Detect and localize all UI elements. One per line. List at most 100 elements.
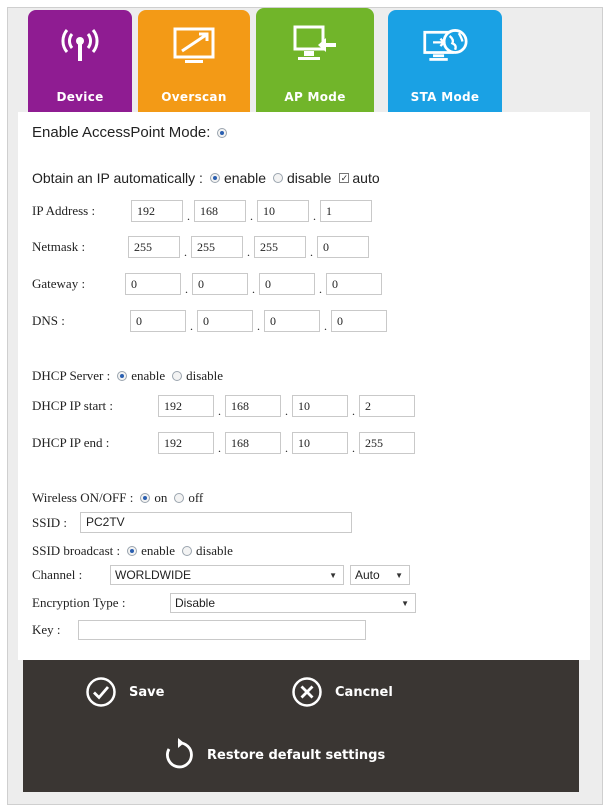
ip-address-label: IP Address : — [32, 203, 96, 218]
dhcp-enable-label: enable — [131, 368, 166, 383]
dhcp-end-octet-2[interactable]: 168 — [225, 432, 281, 454]
settings-window: Device Overscan AP Mode STA Mode Enable … — [7, 7, 603, 805]
obtain-ip-enable-label: enable — [223, 170, 266, 186]
netmask-row: Netmask : 255. 255. 255. 0 — [32, 236, 369, 259]
monitor-globe-icon — [422, 24, 468, 70]
dhcp-end-label: DHCP IP end : — [32, 435, 110, 450]
dhcp-start-octet-2[interactable]: 168 — [225, 395, 281, 417]
netmask-label: Netmask : — [32, 239, 86, 254]
tab-overscan-label: Overscan — [161, 90, 227, 104]
dhcp-disable-radio[interactable] — [172, 371, 183, 381]
cancel-button[interactable]: Cancnel — [291, 676, 393, 708]
dns-octet-4[interactable]: 0 — [331, 310, 387, 332]
channel-auto-select[interactable]: Auto ▼ — [350, 565, 410, 585]
obtain-ip-enable-radio[interactable] — [209, 173, 220, 183]
dhcp-enable-radio[interactable] — [117, 371, 128, 381]
ssid-row: SSID : PC2TV — [32, 512, 352, 533]
channel-auto-value: Auto — [355, 568, 380, 582]
dhcp-end-octet-1[interactable]: 192 — [158, 432, 214, 454]
channel-select[interactable]: WORLDWIDE ▼ — [110, 565, 344, 585]
wireless-on-radio[interactable] — [140, 493, 151, 503]
ssid-input[interactable]: PC2TV — [80, 512, 352, 533]
obtain-ip-auto-checkbox[interactable]: ✓ — [339, 173, 350, 183]
ip-address-octet-4[interactable]: 1 — [320, 200, 372, 222]
netmask-octet-1[interactable]: 255 — [128, 236, 180, 258]
channel-row: Channel : WORLDWIDE ▼ Auto ▼ — [32, 565, 410, 585]
obtain-ip-auto-label: auto — [352, 170, 380, 186]
ssid-broadcast-enable-label: enable — [141, 543, 176, 558]
ssid-broadcast-enable-radio[interactable] — [127, 546, 138, 556]
channel-select-value: WORLDWIDE — [115, 568, 191, 582]
chevron-down-icon: ▼ — [401, 598, 409, 608]
dns-octet-2[interactable]: 0 — [197, 310, 253, 332]
restore-arrow-icon — [161, 738, 195, 772]
gateway-octet-2[interactable]: 0 — [192, 273, 248, 295]
wireless-on-label: on — [154, 490, 168, 505]
ip-address-octet-3[interactable]: 10 — [257, 200, 309, 222]
tab-device[interactable]: Device — [28, 10, 132, 112]
dhcp-end-row: DHCP IP end : 192. 168. 10. 255 — [32, 432, 415, 455]
encryption-label: Encryption Type : — [32, 595, 126, 610]
ip-address-row: IP Address : 192. 168. 10. 1 — [32, 200, 372, 223]
dhcp-start-octet-4[interactable]: 2 — [359, 395, 415, 417]
dhcp-start-octet-1[interactable]: 192 — [158, 395, 214, 417]
save-button[interactable]: Save — [85, 676, 164, 708]
close-circle-icon — [291, 676, 323, 708]
check-circle-icon — [85, 676, 117, 708]
wireless-row: Wireless ON/OFF : on off — [32, 490, 203, 506]
ip-address-octet-2[interactable]: 168 — [194, 200, 246, 222]
dns-row: DNS : 0. 0. 0. 0 — [32, 310, 387, 333]
wireless-off-label: off — [188, 490, 204, 505]
dns-label: DNS : — [32, 313, 65, 328]
gateway-octet-3[interactable]: 0 — [259, 273, 315, 295]
netmask-octet-3[interactable]: 255 — [254, 236, 306, 258]
monitor-arrow-icon — [292, 22, 338, 68]
obtain-ip-disable-radio[interactable] — [273, 173, 283, 183]
gateway-label: Gateway : — [32, 276, 86, 291]
key-input[interactable] — [78, 620, 366, 640]
dhcp-server-row: DHCP Server : enable disable — [32, 368, 223, 384]
tab-sta-mode[interactable]: STA Mode — [388, 10, 502, 112]
netmask-octet-4[interactable]: 0 — [317, 236, 369, 258]
restore-label: Restore default settings — [207, 747, 386, 763]
restore-defaults-button[interactable]: Restore default settings — [161, 738, 385, 772]
ssid-broadcast-disable-radio[interactable] — [182, 546, 193, 556]
dhcp-start-octet-3[interactable]: 10 — [292, 395, 348, 417]
enable-ap-row: Enable AccessPoint Mode: — [32, 124, 231, 141]
enable-ap-radio[interactable] — [217, 127, 228, 138]
dns-octet-1[interactable]: 0 — [130, 310, 186, 332]
dhcp-end-octet-3[interactable]: 10 — [292, 432, 348, 454]
wireless-off-radio[interactable] — [174, 493, 185, 503]
channel-label: Channel : — [32, 567, 83, 582]
cancel-label: Cancnel — [335, 684, 393, 700]
ssid-broadcast-disable-label: disable — [196, 543, 233, 558]
ip-address-octet-1[interactable]: 192 — [131, 200, 183, 222]
tab-overscan[interactable]: Overscan — [138, 10, 250, 112]
dhcp-disable-label: disable — [186, 368, 223, 383]
key-row: Key : — [32, 620, 366, 640]
dhcp-start-row: DHCP IP start : 192. 168. 10. 2 — [32, 395, 415, 418]
tab-ap-mode[interactable]: AP Mode — [256, 8, 374, 112]
encryption-select[interactable]: Disable ▼ — [170, 593, 416, 613]
chevron-down-icon: ▼ — [395, 570, 403, 580]
dhcp-end-octet-4[interactable]: 255 — [359, 432, 415, 454]
enable-ap-label: Enable AccessPoint Mode: — [32, 124, 211, 141]
dns-octet-3[interactable]: 0 — [264, 310, 320, 332]
tab-device-label: Device — [56, 90, 104, 104]
dhcp-server-label: DHCP Server : — [32, 368, 111, 383]
encryption-row: Encryption Type : Disable ▼ — [32, 593, 416, 613]
gateway-row: Gateway : 0. 0. 0. 0 — [32, 273, 382, 296]
netmask-octet-2[interactable]: 255 — [191, 236, 243, 258]
wifi-antenna-icon — [57, 24, 103, 70]
monitor-diagonal-icon — [171, 24, 217, 70]
tab-sta-mode-label: STA Mode — [410, 90, 480, 104]
encryption-select-value: Disable — [175, 596, 216, 610]
gateway-octet-4[interactable]: 0 — [326, 273, 382, 295]
ssid-label: SSID : — [32, 514, 68, 530]
key-label: Key : — [32, 622, 61, 637]
chevron-down-icon: ▼ — [329, 570, 337, 580]
gateway-octet-1[interactable]: 0 — [125, 273, 181, 295]
save-label: Save — [129, 684, 165, 700]
tab-ap-mode-label: AP Mode — [284, 90, 346, 104]
dhcp-start-label: DHCP IP start : — [32, 398, 114, 413]
